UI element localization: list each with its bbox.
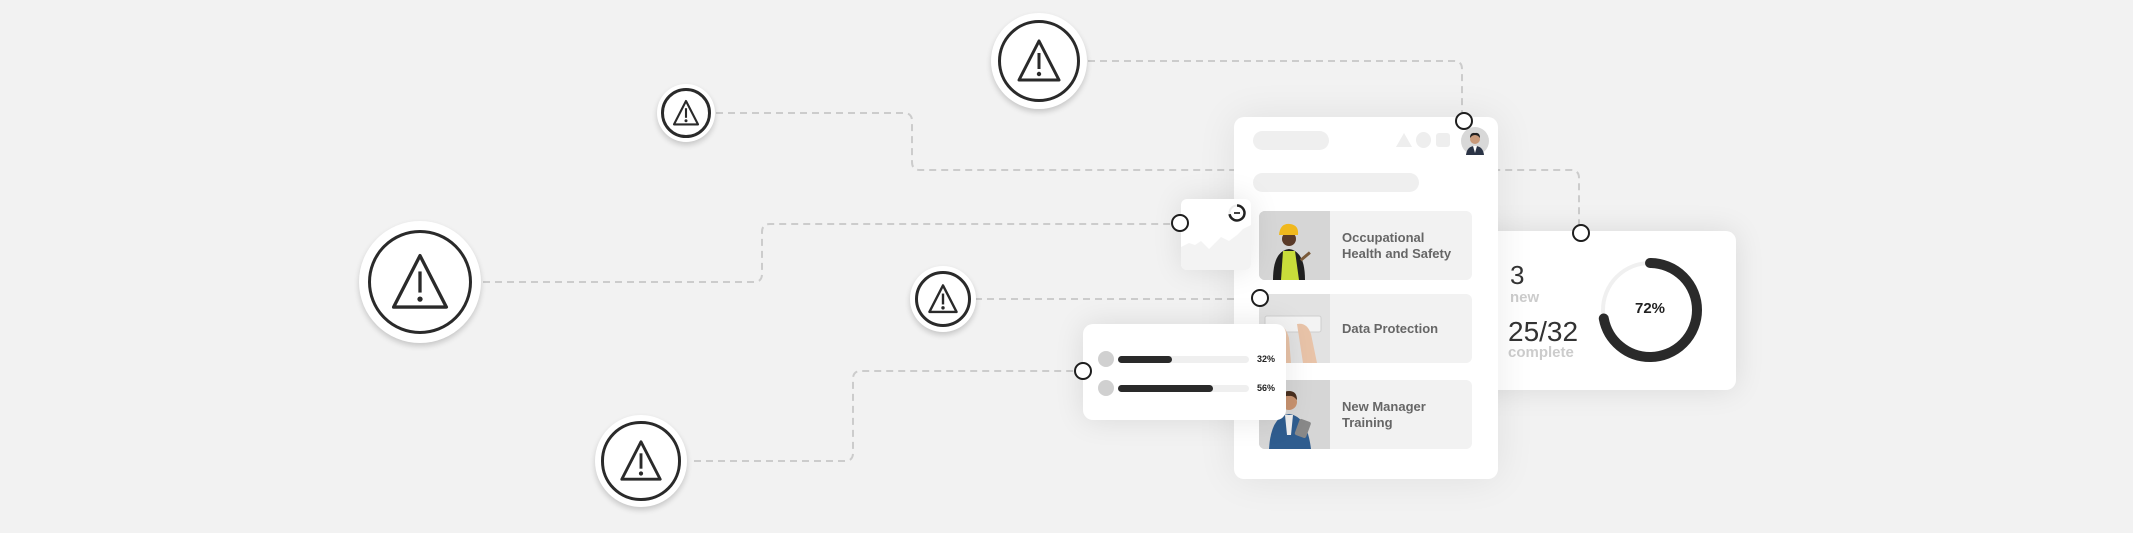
progress-card — [1083, 324, 1286, 420]
triangle-shape-icon — [1396, 133, 1412, 147]
complete-label: complete — [1508, 344, 1574, 361]
warning-triangle-icon — [1017, 39, 1061, 82]
course-title: Occupational Health and Safety — [1342, 229, 1452, 261]
course-item[interactable]: New Manager Training — [1259, 380, 1472, 449]
course-item[interactable]: Occupational Health and Safety — [1259, 211, 1472, 280]
bar-avatar-dot — [1098, 351, 1114, 367]
warning-triangle-icon — [928, 284, 958, 314]
connector-5 — [694, 370, 1075, 462]
course-title: Data Protection — [1342, 320, 1439, 336]
circle-shape-icon — [1416, 132, 1431, 148]
search-placeholder[interactable] — [1253, 173, 1419, 192]
new-label: new — [1510, 289, 1540, 306]
user-avatar[interactable] — [1461, 127, 1489, 155]
warning-triangle-icon — [620, 440, 662, 481]
progress-donut-label: 72% — [1634, 300, 1666, 317]
connector-node[interactable] — [1455, 112, 1473, 130]
progress-bar — [1118, 385, 1249, 392]
alert-node[interactable] — [991, 13, 1087, 109]
mini-progress-donut — [1228, 204, 1246, 222]
warning-triangle-icon — [672, 99, 700, 126]
warning-triangle-icon — [391, 253, 449, 309]
alert-node[interactable] — [910, 266, 976, 332]
connector-node[interactable] — [1251, 289, 1269, 307]
alert-node[interactable] — [359, 221, 481, 343]
connector-node[interactable] — [1074, 362, 1092, 380]
connector-1 — [1088, 60, 1463, 114]
alert-node[interactable] — [657, 84, 715, 142]
progress-bar-fill — [1118, 385, 1214, 392]
connector-node[interactable] — [1171, 214, 1189, 232]
alert-node[interactable] — [595, 415, 687, 507]
progress-bar — [1118, 356, 1249, 363]
progress-bar-fill — [1118, 356, 1173, 363]
connector-3 — [483, 223, 1171, 283]
bar-avatar-dot — [1098, 380, 1114, 396]
connector-node[interactable] — [1572, 224, 1590, 242]
progress-bar-label: 56% — [1257, 383, 1276, 393]
new-count: 3 — [1510, 260, 1525, 290]
course-item[interactable]: Data Protection — [1259, 294, 1472, 363]
progress-bar-label: 32% — [1257, 354, 1276, 364]
course-photo-worker — [1259, 211, 1330, 280]
square-shape-icon — [1436, 133, 1450, 147]
course-title: New Manager Training — [1342, 398, 1426, 430]
header-placeholder — [1253, 131, 1329, 150]
